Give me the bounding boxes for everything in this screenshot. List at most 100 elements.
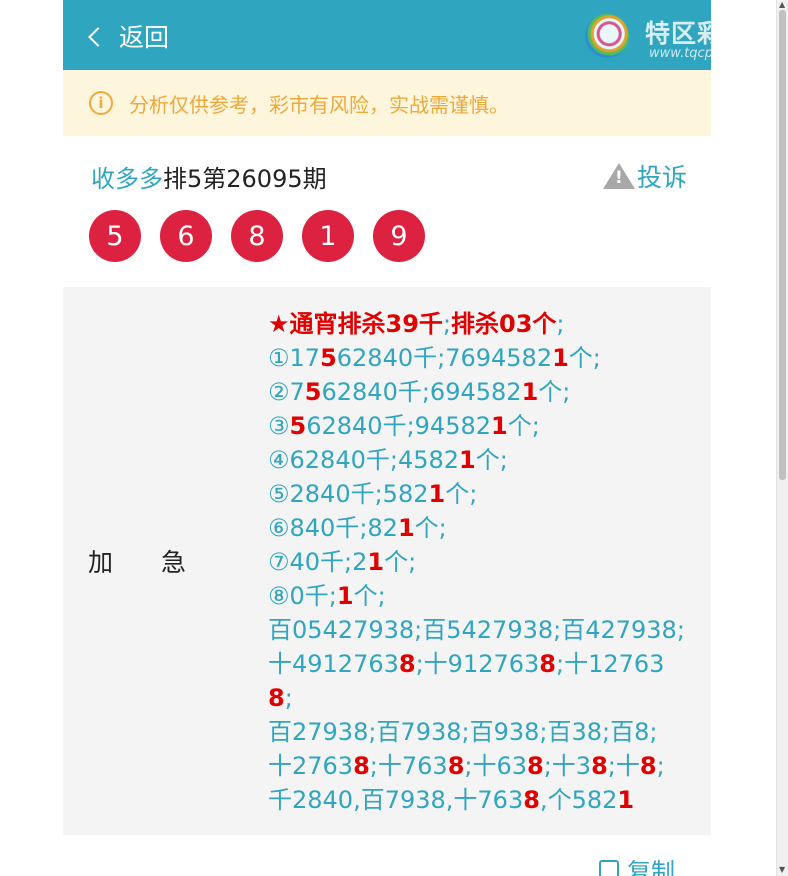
text-segment: 个;: [568, 344, 601, 372]
analysis-line: 十27638;十7638;十638;十38;十8;: [268, 749, 698, 783]
text-segment: 62840千;94582: [306, 412, 491, 440]
number-ball: 1: [302, 210, 354, 262]
highlight-segment: 8: [639, 752, 657, 780]
text-segment: ⑥840千;82: [268, 514, 398, 542]
analysis-line: 百27938;百7938;百938;百38;百8;: [268, 715, 698, 749]
text-segment: ;: [556, 310, 565, 338]
right-gutter: [711, 0, 776, 876]
text-segment: ;: [284, 684, 293, 712]
highlight-segment: 1: [459, 446, 476, 474]
chevron-left-icon: [88, 27, 108, 47]
analysis-line: 十49127638;十9127638;十12763: [268, 647, 698, 681]
highlight-segment: 1: [428, 480, 446, 508]
scroll-down-arrow-icon[interactable]: ▼: [779, 865, 785, 874]
text-segment: 十2763: [268, 752, 354, 780]
analysis-line: 8;: [268, 681, 698, 715]
highlight-segment: 8: [353, 752, 370, 780]
highlight-segment: 8: [447, 752, 465, 780]
analysis-line: 百05427938;百5427938;百427938;: [268, 613, 698, 647]
analysis-line: ①17562840千;76945821个;: [268, 341, 698, 375]
highlight-segment: 排杀03个: [451, 310, 557, 338]
notice-text: 分析仅供参考，彩市有风险，实战需谨慎。: [129, 92, 509, 117]
text-segment: ⑦40千;2: [268, 548, 368, 576]
text-segment: ①17: [268, 344, 321, 372]
highlight-segment: 8: [527, 752, 544, 780]
highlight-segment: 5: [289, 412, 307, 440]
text-segment: ②7: [268, 378, 305, 406]
text-segment: ;: [442, 310, 452, 338]
number-ball: 8: [231, 210, 283, 262]
text-segment: ;十: [607, 752, 640, 780]
text-segment: ;十12763: [556, 650, 665, 678]
text-segment: 个;: [445, 480, 478, 508]
text-segment: 个;: [475, 446, 508, 474]
highlight-segment: 1: [397, 514, 415, 542]
highlight-segment: ★通宵排杀39千: [268, 310, 443, 338]
analysis-line: 千2840,百7938,十7638,个5821: [268, 783, 698, 817]
text-segment: ;十763: [369, 752, 448, 780]
text-segment: 十4912763: [268, 650, 399, 678]
scrollbar[interactable]: ▲ ▼: [776, 0, 788, 876]
scroll-up-arrow-icon[interactable]: ▲: [779, 0, 785, 9]
complain-button[interactable]: ! 投诉: [602, 158, 687, 194]
analysis-line: ★通宵排杀39千;排杀03个;: [268, 307, 698, 341]
period-title: 排5第26095期: [163, 164, 327, 193]
scrollbar-thumb[interactable]: [779, 10, 786, 480]
analysis-line: ②7562840千;6945821个;: [268, 375, 698, 409]
highlight-segment: 8: [523, 786, 540, 814]
text-segment: 千2840,百7938,十763: [268, 786, 524, 814]
left-gutter: [0, 0, 63, 876]
text-segment: 个;: [384, 548, 417, 576]
analysis-line: ③562840千;945821个;: [268, 409, 698, 443]
text-segment: 个;: [414, 514, 447, 542]
analysis-line: ⑥840千;821个;: [268, 511, 698, 545]
app-container: 返回 特区彩票网 www.tqcp.net i 分析仅供参考，彩市有风险，实战需…: [63, 0, 711, 876]
text-segment: 百05427938;百5427938;百427938;: [268, 616, 685, 644]
info-circle-icon: i: [89, 91, 113, 115]
analysis-text: ★通宵排杀39千;排杀03个; ①17562840千;76945821个; ②756…: [268, 307, 698, 817]
text-segment: ⑧0千;: [268, 582, 337, 610]
analysis-line: ⑤2840千;5821个;: [268, 477, 698, 511]
highlight-segment: 1: [552, 344, 569, 372]
category-label-char-2: 急: [161, 548, 187, 577]
logo-ring-icon: [585, 14, 629, 58]
highlight-segment: 1: [617, 786, 635, 814]
text-segment: 个;: [507, 412, 540, 440]
highlight-segment: 8: [268, 684, 285, 712]
number-ball: 9: [373, 210, 425, 262]
text-segment: 百27938;百7938;百938;百38;百8;: [268, 718, 658, 746]
text-segment: 62840千;694582: [321, 378, 522, 406]
text-segment: ;十912763: [415, 650, 540, 678]
warning-triangle-icon: !: [602, 163, 635, 189]
text-segment: ,个582: [539, 786, 618, 814]
text-segment: ;十3: [543, 752, 592, 780]
analysis-line: ⑦40千;21个;: [268, 545, 698, 579]
author-link[interactable]: 收多多: [91, 159, 163, 194]
text-segment: ④62840千;4582: [268, 446, 460, 474]
text-segment: 个;: [538, 378, 571, 406]
copy-button[interactable]: 复制: [599, 852, 675, 876]
text-segment: ;: [656, 752, 665, 780]
number-ball: 6: [160, 210, 212, 262]
highlight-segment: 1: [336, 582, 354, 610]
highlight-segment: 5: [304, 378, 322, 406]
copy-label: 复制: [627, 858, 675, 876]
highlight-segment: 5: [320, 344, 337, 372]
back-button[interactable]: 返回: [88, 18, 169, 54]
highlight-segment: 8: [398, 650, 416, 678]
complain-label: 投诉: [636, 163, 687, 192]
text-segment: ③: [268, 412, 290, 440]
copy-icon: [599, 859, 619, 876]
logo-text: 特区彩票网: [645, 19, 711, 48]
post-title-row: 收多多 排5第26095期 ! 投诉: [91, 156, 687, 196]
highlight-segment: 1: [367, 548, 385, 576]
highlight-segment: 8: [591, 752, 608, 780]
category-label: 加急: [88, 543, 186, 579]
result-balls: 5 6 8 1 9: [89, 210, 444, 262]
highlight-segment: 1: [521, 378, 539, 406]
logo-url: www.tqcp.net: [649, 46, 711, 61]
risk-notice: i 分析仅供参考，彩市有风险，实战需谨慎。: [63, 70, 711, 136]
header-bar: 返回 特区彩票网 www.tqcp.net: [63, 0, 711, 70]
highlight-segment: 8: [539, 650, 556, 678]
text-segment: ⑤2840千;582: [268, 480, 429, 508]
